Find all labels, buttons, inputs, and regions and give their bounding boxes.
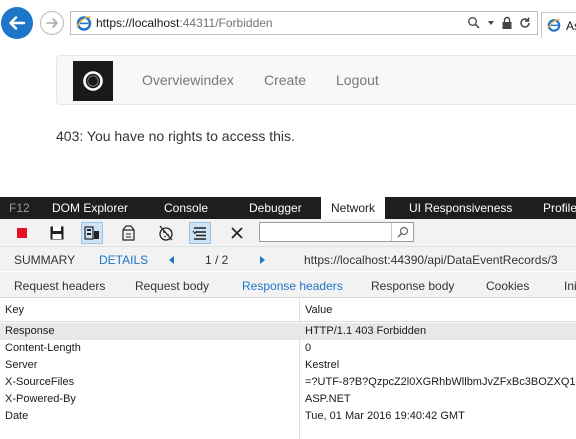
table-header: Key Value bbox=[0, 298, 576, 322]
summary-tab[interactable]: SUMMARY bbox=[14, 253, 75, 267]
devtools-tab-network[interactable]: Network bbox=[321, 197, 386, 219]
details-subtabs: Request headers Request body Response he… bbox=[0, 272, 576, 298]
back-button[interactable] bbox=[1, 7, 33, 39]
brand-ring-icon bbox=[83, 71, 103, 91]
browser-tab[interactable]: As bbox=[541, 12, 576, 38]
cell-key: Date bbox=[5, 410, 29, 422]
response-headers-table: Key Value Response HTTP/1.1 403 Forbidde… bbox=[0, 298, 576, 439]
browser-chrome: https://localhost:44311/Forbidden As bbox=[0, 0, 576, 46]
clear-cache-icon bbox=[122, 225, 135, 241]
clear-cookies-button[interactable] bbox=[155, 222, 177, 244]
search-icon bbox=[396, 226, 408, 238]
details-tab[interactable]: DETAILS bbox=[99, 253, 148, 267]
url-prefix: https:// bbox=[96, 16, 133, 30]
save-icon bbox=[50, 226, 64, 240]
close-button[interactable] bbox=[226, 222, 248, 244]
next-request-icon[interactable] bbox=[259, 255, 267, 265]
clear-cookies-icon bbox=[159, 225, 173, 241]
nav-link-logout[interactable]: Logout bbox=[336, 72, 379, 88]
devtools-tab-profiler[interactable]: Profile bbox=[543, 197, 576, 219]
devtools-tab-debugger[interactable]: Debugger bbox=[249, 197, 302, 219]
subtab-response-body[interactable]: Response body bbox=[371, 279, 454, 293]
request-url: https://localhost:44390/api/DataEventRec… bbox=[304, 253, 558, 267]
table-row[interactable]: Date Tue, 01 Mar 2016 19:40:42 GMT bbox=[0, 408, 576, 425]
cell-value: HTTP/1.1 403 Forbidden bbox=[305, 325, 427, 337]
brand-logo[interactable] bbox=[73, 61, 113, 101]
table-row[interactable]: X-SourceFiles =?UTF-8?B?QzpcZ2l0XGRhbWll… bbox=[0, 374, 576, 391]
ie-logo-icon bbox=[76, 16, 92, 31]
always-clear-entries-toggle[interactable] bbox=[81, 222, 103, 244]
lock-icon[interactable] bbox=[501, 16, 513, 30]
address-tools bbox=[467, 15, 531, 31]
subtab-request-headers[interactable]: Request headers bbox=[14, 279, 105, 293]
table-row[interactable]: Content-Length 0 bbox=[0, 340, 576, 357]
cell-key: Server bbox=[5, 359, 38, 371]
filter-icon bbox=[192, 227, 206, 240]
nav-link-overviewindex[interactable]: Overviewindex bbox=[142, 72, 234, 88]
tab-title: As bbox=[566, 19, 576, 33]
table-row[interactable]: Response HTTP/1.1 403 Forbidden bbox=[0, 323, 576, 340]
table-row[interactable]: Server Kestrel bbox=[0, 357, 576, 374]
site-navbar: Overviewindex Create Logout bbox=[56, 55, 576, 105]
clear-entries-icon bbox=[84, 226, 99, 240]
devtools-tab-ui-responsiveness[interactable]: UI Responsiveness bbox=[409, 197, 512, 219]
address-url[interactable]: https://localhost:44311/Forbidden bbox=[96, 16, 273, 30]
url-port: :44311 bbox=[179, 16, 216, 30]
cell-value: =?UTF-8?B?QzpcZ2l0XGRhbWllbmJvZFxBc3BOZX… bbox=[305, 376, 576, 388]
subtab-request-body[interactable]: Request body bbox=[135, 279, 209, 293]
content-type-filter-toggle[interactable] bbox=[189, 222, 211, 244]
column-header-value[interactable]: Value bbox=[305, 304, 332, 316]
cell-key: X-SourceFiles bbox=[5, 376, 75, 388]
previous-request-icon[interactable] bbox=[167, 255, 175, 265]
cell-value: Tue, 01 Mar 2016 19:40:42 GMT bbox=[305, 410, 465, 422]
forbidden-message: 403: You have no rights to access this. bbox=[56, 128, 295, 144]
cell-value: 0 bbox=[305, 342, 312, 354]
subtab-response-headers[interactable]: Response headers bbox=[242, 279, 343, 293]
network-toolbar bbox=[0, 219, 576, 247]
refresh-icon[interactable] bbox=[519, 16, 531, 30]
close-icon bbox=[231, 227, 243, 239]
request-pager: 1 / 2 bbox=[205, 253, 229, 267]
cell-value: Kestrel bbox=[305, 359, 340, 371]
devtools-f12-label: F12 bbox=[9, 201, 30, 215]
nav-link-create[interactable]: Create bbox=[264, 72, 306, 88]
back-arrow-icon bbox=[9, 16, 26, 30]
devtools-tab-console[interactable]: Console bbox=[164, 197, 208, 219]
tab-ie-logo-icon bbox=[547, 19, 561, 32]
record-stop-icon bbox=[17, 228, 27, 238]
cell-key: Response bbox=[5, 325, 55, 337]
cell-value: ASP.NET bbox=[305, 393, 351, 405]
cell-key: X-Powered-By bbox=[5, 393, 76, 405]
forward-button[interactable] bbox=[40, 11, 64, 35]
column-header-key[interactable]: Key bbox=[5, 304, 24, 316]
forward-arrow-icon bbox=[46, 18, 58, 28]
subtab-initiator[interactable]: Ini bbox=[564, 279, 576, 293]
dropdown-caret-icon[interactable] bbox=[487, 16, 495, 30]
address-bar[interactable]: https://localhost:44311/Forbidden bbox=[70, 11, 538, 35]
subtab-cookies[interactable]: Cookies bbox=[486, 279, 529, 293]
export-button[interactable] bbox=[46, 222, 68, 244]
devtools-tab-strip: F12 DOM Explorer Console Debugger Networ… bbox=[0, 197, 576, 219]
filter-search-button[interactable] bbox=[391, 223, 413, 241]
stop-recording-button[interactable] bbox=[11, 222, 33, 244]
url-host: localhost bbox=[132, 16, 180, 30]
search-dropdown-icon[interactable] bbox=[467, 16, 481, 30]
cell-key: Content-Length bbox=[5, 342, 81, 354]
url-path: /Forbidden bbox=[215, 16, 273, 30]
devtools-tab-dom-explorer[interactable]: DOM Explorer bbox=[52, 197, 128, 219]
clear-cache-button[interactable] bbox=[118, 222, 140, 244]
details-nav-row: SUMMARY DETAILS 1 / 2 https://localhost:… bbox=[0, 247, 576, 271]
table-row[interactable]: X-Powered-By ASP.NET bbox=[0, 391, 576, 408]
